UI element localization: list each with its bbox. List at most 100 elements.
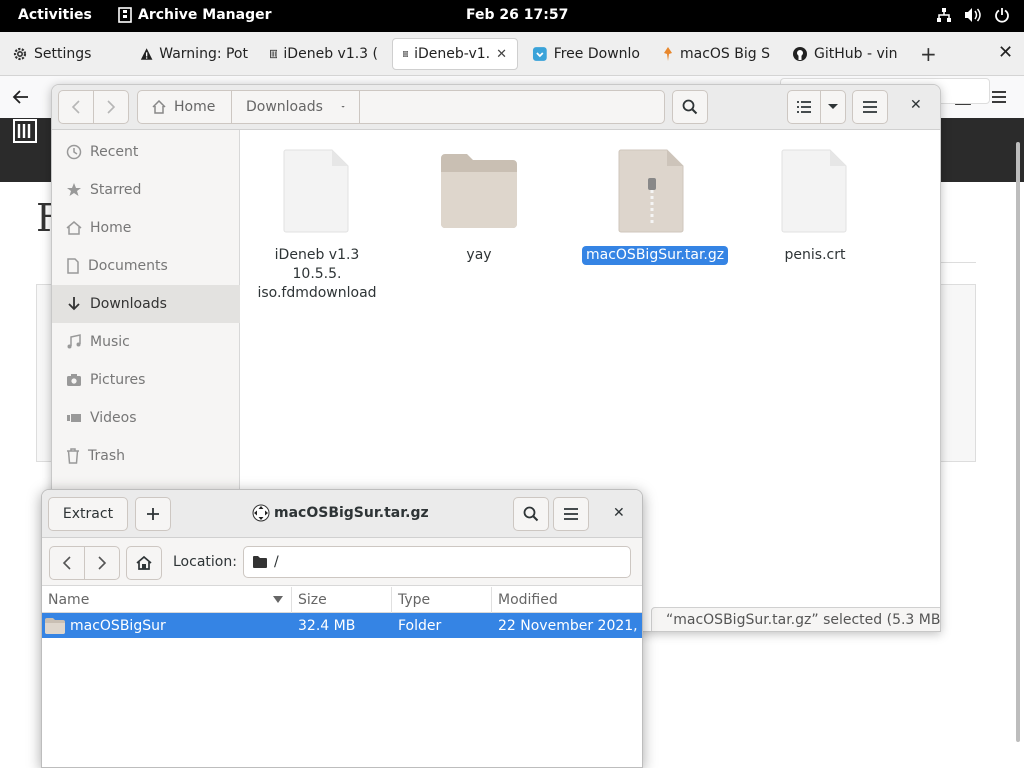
tab-ideneb-1[interactable]: iDeneb v1.3 ( [260,38,388,70]
archive-search-button[interactable] [513,497,549,531]
file-item-yay[interactable]: yay [409,148,549,265]
chevron-right-icon [107,100,116,114]
close-tab-icon[interactable]: ✕ [496,47,507,62]
archive-home-button[interactable] [126,546,162,580]
new-tab-button[interactable]: + [920,44,937,64]
search-icon [523,506,539,522]
sidebar-item-label: Documents [88,258,168,274]
column-type[interactable]: Type [392,587,492,613]
chevron-down-icon [828,104,838,109]
cell-name: macOSBigSur [42,613,292,638]
activities-button[interactable]: Activities [18,7,92,23]
trash-icon [67,448,79,464]
gear-icon [13,47,27,61]
home-icon [152,100,166,114]
table-row[interactable]: macOSBigSur 32.4 MB Folder 22 November 2… [42,613,642,638]
path-home[interactable]: Home [138,91,232,123]
file-item-macosbigsur-archive[interactable]: macOSBigSur.tar.gz [582,148,729,265]
sidebar-item-label: Trash [88,448,125,464]
folder-icon [253,556,267,568]
sidebar-item-videos[interactable]: Videos [52,399,240,437]
column-headers: Name Size Type Modified [42,587,642,613]
sidebar-item-documents[interactable]: Documents [52,247,240,285]
tab-warning[interactable]: Warning: Pot [130,38,258,70]
browser-close-icon[interactable]: ✕ [998,42,1013,63]
clock[interactable]: Feb 26 17:57 [466,7,568,23]
location-label: Location: [173,554,237,570]
warning-icon [140,48,153,60]
tab-github[interactable]: GitHub - vin [782,38,910,70]
camera-icon [67,374,81,386]
tab-label: iDeneb-v1. [414,46,491,62]
file-name: yay [466,247,492,263]
file-item-penis-crt[interactable]: penis.crt [745,148,885,265]
tab-ideneb-2[interactable]: iDeneb-v1. ✕ [392,38,518,70]
hamburger-menu-icon[interactable] [990,88,1008,106]
tab-bar: Settings Warning: Pot iDeneb v1.3 ( iDen… [0,32,1024,76]
selection-status: “macOSBigSur.tar.gz” selected (5.3 MB) [651,607,940,631]
sidebar-item-home[interactable]: Home [52,209,240,247]
hamburger-menu-icon [564,508,578,520]
location-field[interactable]: / [243,546,631,578]
sidebar-item-label: Home [90,220,132,236]
app-menu[interactable]: Archive Manager [118,7,272,23]
column-size[interactable]: Size [292,587,392,613]
sidebar-item-trash[interactable]: Trash [52,437,240,475]
column-name[interactable]: Name [42,587,292,613]
add-files-button[interactable] [135,497,171,531]
path-current-label: Downloads [246,99,323,115]
sidebar-item-pictures[interactable]: Pictures [52,361,240,399]
tab-label: iDeneb v1.3 ( [283,46,378,62]
archive-close-icon[interactable]: ✕ [613,505,625,521]
sidebar-item-music[interactable]: Music [52,323,240,361]
path-bar: Home Downloads [137,90,665,124]
archive-menu-button[interactable] [553,497,589,531]
path-downloads[interactable]: Downloads [232,91,360,123]
document-file-icon [283,149,349,233]
scrollbar-thumb[interactable] [1016,142,1020,742]
github-icon [793,47,807,61]
cell-type: Folder [398,617,442,634]
archive-forward-button[interactable] [84,546,120,580]
system-tray[interactable] [936,7,1010,23]
sidebar-item-label: Pictures [90,372,146,388]
file-item-ideneb[interactable]: iDeneb v1.3 10.5.5. iso.fdmdownload [247,148,387,303]
forward-button[interactable] [93,90,129,124]
tab-label: GitHub - vin [814,46,898,62]
tab-free-download[interactable]: Free Downlo [522,38,650,70]
chevron-left-icon [71,100,80,114]
search-button[interactable] [672,90,708,124]
tab-label: Warning: Pot [159,46,248,62]
download-icon [532,47,547,61]
view-toggle-button[interactable] [787,90,821,124]
file-name: iDeneb v1.3 10.5.5. iso.fdmdownload [257,247,377,301]
star-icon [67,183,81,196]
chevron-right-icon [98,556,107,570]
sidebar-item-label: Music [90,334,130,350]
back-arrow-icon[interactable] [12,88,30,106]
tab-label: Settings [34,46,92,62]
video-icon [67,414,81,422]
archive-title-text: macOSBigSur.tar.gz [274,505,429,521]
document-icon [67,258,79,274]
files-menu-button[interactable] [852,90,888,124]
files-close-icon[interactable]: ✕ [910,97,922,113]
tab-label: macOS Big S [680,46,770,62]
view-options-button[interactable] [820,90,846,124]
tab-settings[interactable]: Settings [2,38,130,70]
tab-macos-big-sur[interactable]: macOS Big S [652,38,780,70]
app-name: Archive Manager [138,7,272,23]
column-modified[interactable]: Modified [492,587,642,613]
scrollbar[interactable] [1014,140,1022,760]
sidebar-item-starred[interactable]: Starred [52,171,240,209]
volume-icon [965,8,981,22]
music-icon [67,334,81,349]
sidebar-item-downloads[interactable]: Downloads [52,285,240,323]
back-button[interactable] [58,90,94,124]
extract-button[interactable]: Extract [48,497,128,531]
archive-file-icon [618,149,684,233]
sidebar-item-recent[interactable]: Recent [52,133,240,171]
clock-icon [66,144,82,160]
archive-back-button[interactable] [49,546,85,580]
list-view-icon [797,101,811,113]
